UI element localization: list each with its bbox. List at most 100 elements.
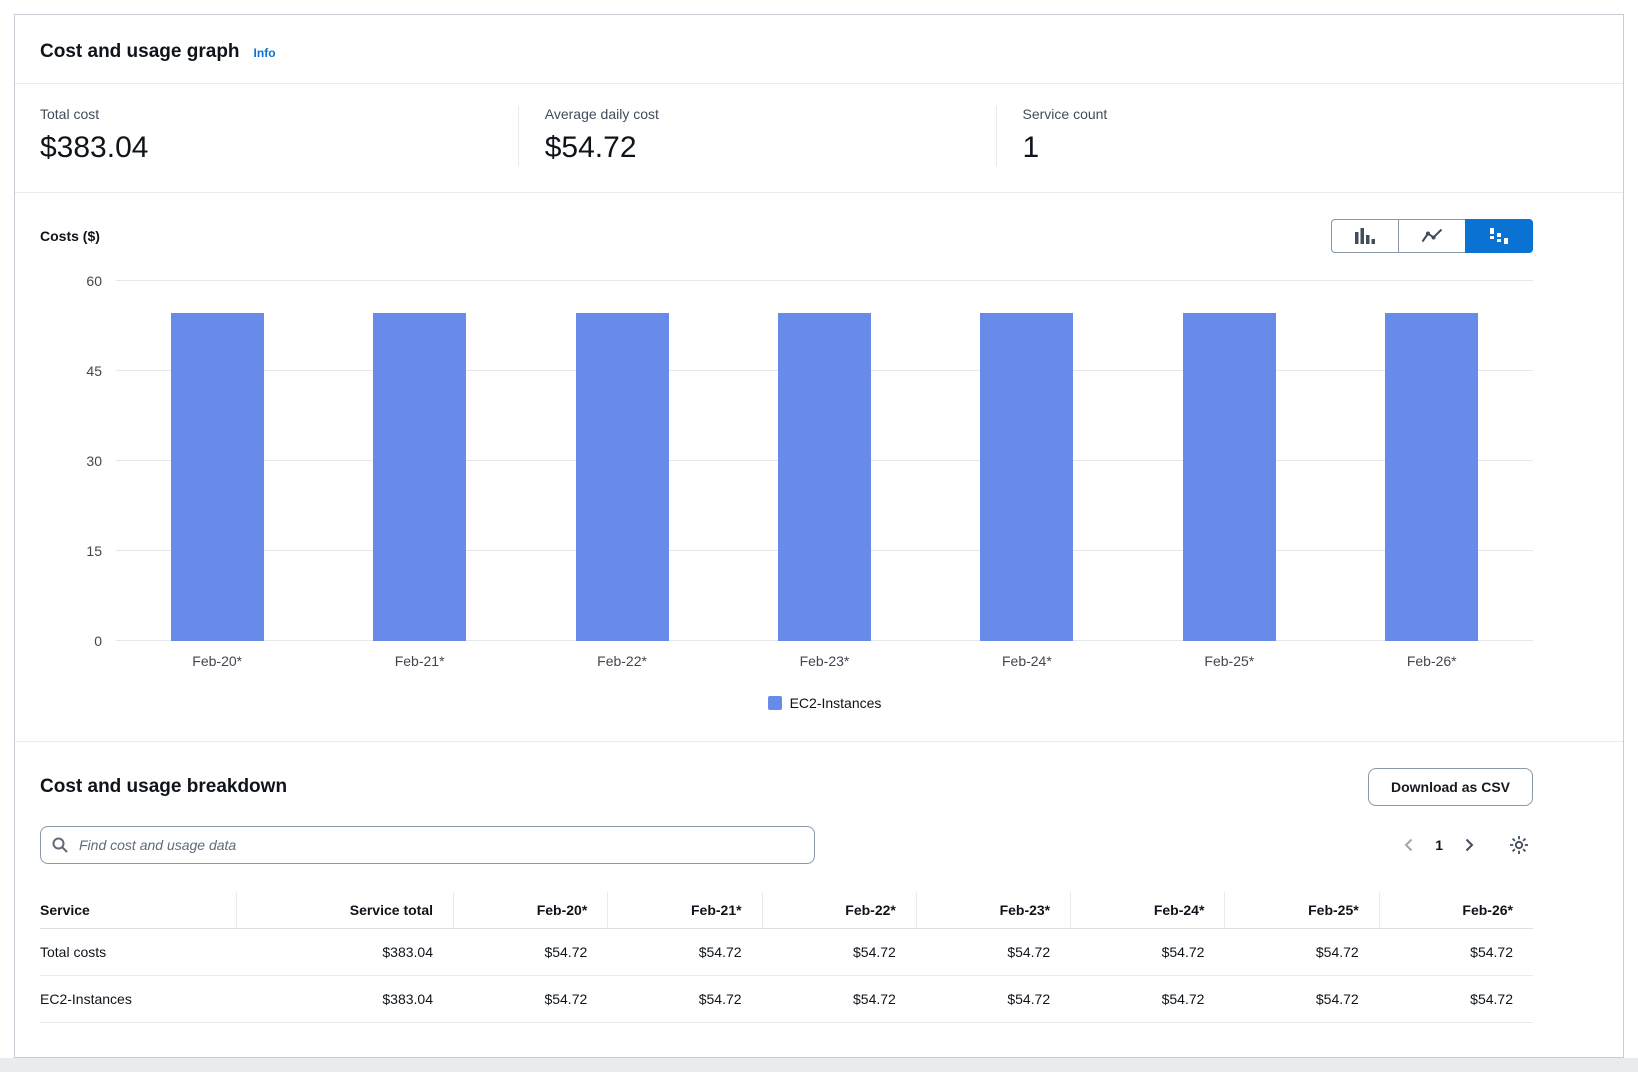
- panel-header: Cost and usage graph Info: [15, 15, 1623, 84]
- stat-label: Average daily cost: [545, 106, 996, 122]
- value-cell: $54.72: [453, 929, 607, 975]
- stacked-bar-chart-icon: [1488, 227, 1510, 245]
- panel-title: Cost and usage graph: [40, 41, 240, 63]
- stat-value: 1: [1023, 130, 1474, 166]
- stat-average-daily-cost: Average daily cost $54.72: [518, 106, 996, 166]
- value-cell: $54.72: [1379, 976, 1533, 1022]
- column-header-feb-22: Feb-22*: [762, 892, 916, 928]
- chart-bar-feb-21[interactable]: [373, 313, 466, 641]
- chart-x-labels: Feb-20*Feb-21*Feb-22*Feb-23*Feb-24*Feb-2…: [116, 653, 1533, 669]
- column-header-feb-25: Feb-25*: [1224, 892, 1378, 928]
- line-chart-icon: [1421, 227, 1443, 245]
- table-row-total-costs: Total costs$383.04$54.72$54.72$54.72$54.…: [40, 929, 1533, 976]
- chart-bar-slot: [521, 281, 723, 641]
- breakdown-header: Cost and usage breakdown Download as CSV: [40, 768, 1533, 806]
- value-cell: $54.72: [607, 976, 761, 1022]
- chart-type-line-button[interactable]: [1398, 219, 1466, 253]
- x-axis-tick-label: Feb-25*: [1128, 653, 1330, 669]
- value-cell: $54.72: [1070, 976, 1224, 1022]
- value-cell: $54.72: [1224, 976, 1378, 1022]
- value-cell: $54.72: [1224, 929, 1378, 975]
- table-header-row: ServiceService totalFeb-20*Feb-21*Feb-22…: [40, 892, 1533, 929]
- page-background: [0, 1058, 1638, 1072]
- stat-value: $54.72: [545, 130, 996, 166]
- chart-bar-slot: [723, 281, 925, 641]
- chart-bar-feb-23[interactable]: [778, 313, 871, 641]
- summary-stats: Total cost $383.04 Average daily cost $5…: [15, 84, 1623, 193]
- download-csv-button[interactable]: Download as CSV: [1368, 768, 1533, 806]
- y-axis-tick-label: 45: [86, 363, 102, 379]
- chart-header: Costs ($): [40, 219, 1533, 253]
- chart-bar-slot: [1128, 281, 1330, 641]
- x-axis-tick-label: Feb-26*: [1331, 653, 1533, 669]
- chart-bar-feb-26[interactable]: [1385, 313, 1478, 641]
- chart-type-stacked-bar-button[interactable]: [1465, 219, 1533, 253]
- chart-bar-slot: [116, 281, 318, 641]
- column-header-feb-20: Feb-20*: [453, 892, 607, 928]
- x-axis-tick-label: Feb-21*: [318, 653, 520, 669]
- value-cell: $54.72: [916, 976, 1070, 1022]
- info-link[interactable]: Info: [254, 46, 276, 60]
- chart-type-bar-button[interactable]: [1331, 219, 1399, 253]
- chart-legend: EC2-Instances: [116, 695, 1533, 711]
- x-axis-tick-label: Feb-23*: [723, 653, 925, 669]
- value-cell: $54.72: [762, 976, 916, 1022]
- next-page-button[interactable]: [1457, 833, 1481, 857]
- breakdown-section: Cost and usage breakdown Download as CSV: [15, 742, 1623, 1057]
- search-box: [40, 826, 815, 864]
- chart-bar-feb-20[interactable]: [171, 313, 264, 641]
- value-cell: $383.04: [236, 929, 453, 975]
- value-cell: $54.72: [762, 929, 916, 975]
- value-cell: $383.04: [236, 976, 453, 1022]
- grouped-bar-chart-icon: [1354, 227, 1376, 245]
- chart-bar-feb-22[interactable]: [576, 313, 669, 641]
- service-name-cell: Total costs: [40, 929, 236, 975]
- column-header-service-total: Service total: [236, 892, 453, 928]
- table-row-ec2-instances: EC2-Instances$383.04$54.72$54.72$54.72$5…: [40, 976, 1533, 1023]
- previous-page-button[interactable]: [1397, 833, 1421, 857]
- chart-bar-feb-25[interactable]: [1183, 313, 1276, 641]
- x-axis-tick-label: Feb-20*: [116, 653, 318, 669]
- x-axis-tick-label: Feb-24*: [926, 653, 1128, 669]
- stat-value: $383.04: [40, 130, 518, 166]
- service-name-cell: EC2-Instances: [40, 976, 236, 1022]
- stat-total-cost: Total cost $383.04: [40, 106, 518, 166]
- legend-item-ec2-instances[interactable]: EC2-Instances: [768, 695, 882, 711]
- breakdown-table: ServiceService totalFeb-20*Feb-21*Feb-22…: [40, 892, 1533, 1023]
- table-body: Total costs$383.04$54.72$54.72$54.72$54.…: [40, 929, 1533, 1023]
- search-icon: [52, 837, 68, 853]
- y-axis-tick-label: 30: [86, 453, 102, 469]
- chevron-right-icon: [1461, 837, 1477, 853]
- column-header-feb-21: Feb-21*: [607, 892, 761, 928]
- search-input[interactable]: [40, 826, 815, 864]
- value-cell: $54.72: [1070, 929, 1224, 975]
- chart-bar-slot: [1331, 281, 1533, 641]
- column-header-feb-23: Feb-23*: [916, 892, 1070, 928]
- table-controls-row: 1: [40, 826, 1533, 864]
- y-axis-tick-label: 60: [86, 273, 102, 289]
- stat-service-count: Service count 1: [996, 106, 1474, 166]
- chart-costs-label: Costs ($): [40, 228, 100, 244]
- value-cell: $54.72: [1379, 929, 1533, 975]
- chevron-left-icon: [1401, 837, 1417, 853]
- chart-plot: 015304560: [116, 281, 1533, 641]
- chart-bar-slot: [318, 281, 520, 641]
- chart-section: Costs ($): [15, 193, 1623, 742]
- chart-bar-feb-24[interactable]: [980, 313, 1073, 641]
- column-header-feb-26: Feb-26*: [1379, 892, 1533, 928]
- y-axis-tick-label: 15: [86, 543, 102, 559]
- value-cell: $54.72: [453, 976, 607, 1022]
- breakdown-title: Cost and usage breakdown: [40, 776, 287, 798]
- value-cell: $54.72: [916, 929, 1070, 975]
- gear-icon: [1509, 835, 1529, 855]
- settings-gear-button[interactable]: [1505, 831, 1533, 859]
- current-page[interactable]: 1: [1431, 837, 1447, 853]
- legend-swatch: [768, 696, 782, 710]
- cost-and-usage-panel: Cost and usage graph Info Total cost $38…: [14, 14, 1624, 1058]
- x-axis-tick-label: Feb-22*: [521, 653, 723, 669]
- legend-label: EC2-Instances: [790, 695, 882, 711]
- chart-type-toggle: [1331, 219, 1533, 253]
- y-axis-tick-label: 0: [94, 633, 102, 649]
- stat-label: Service count: [1023, 106, 1474, 122]
- chart-bars: [116, 281, 1533, 641]
